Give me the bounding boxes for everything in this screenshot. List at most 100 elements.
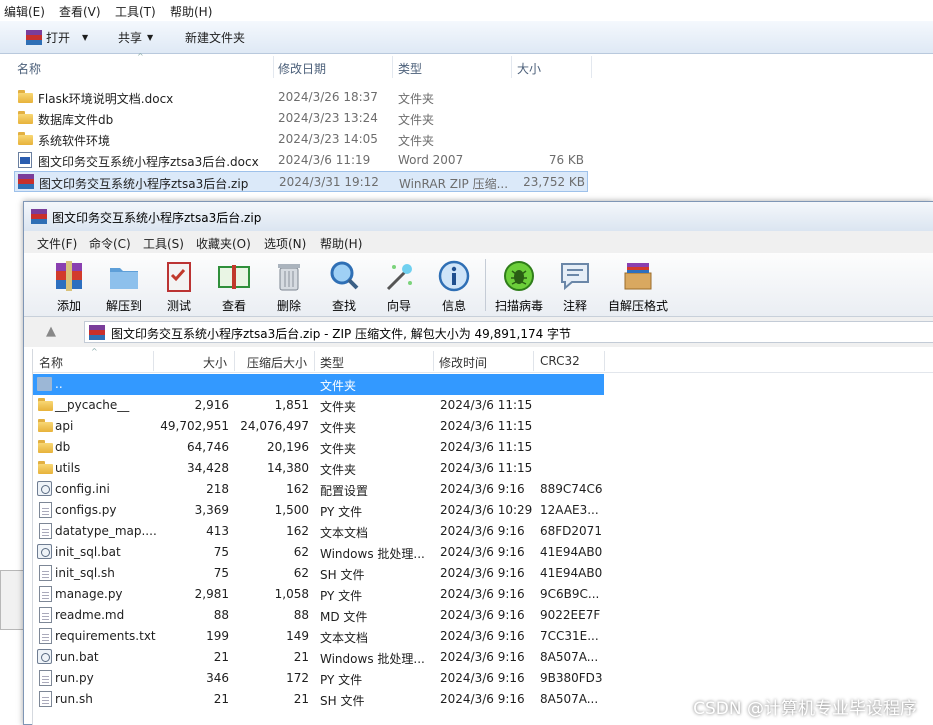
file-date: 2024/3/26 18:37 [278,90,378,104]
column-divider[interactable] [591,56,592,78]
entry-packed-size: 24,076,497 [240,419,309,433]
address-field[interactable]: 图文印务交互系统小程序ztsa3后台.zip - ZIP 压缩文件, 解包大小为… [84,321,933,343]
winrar-menubar: 文件(F) 命令(C) 工具(S) 收藏夹(O) 选项(N) 帮助(H) [24,231,933,253]
archive-path: 图文印务交互系统小程序ztsa3后台.zip - ZIP 压缩文件, 解包大小为… [111,327,572,341]
column-divider[interactable] [511,56,512,78]
entry-type: 文件夹 [320,421,357,435]
entry-name: requirements.txt [55,629,156,643]
entry-packed-size: 88 [293,608,309,622]
extract-to-button[interactable]: 解压到 [96,255,152,315]
column-divider[interactable] [153,351,154,371]
test-button[interactable]: 测试 [151,255,207,315]
explorer-toolbar: 打开 ▼ 共享 ▼ 新建文件夹 [0,21,933,54]
folder-icon [38,419,53,432]
entry-type: Windows 批处理... [320,652,425,666]
archive-row[interactable]: run.sh 21 21 SH 文件 2024/3/6 9:16 8A507A... [33,689,604,710]
column-divider[interactable] [392,56,393,78]
archive-row[interactable]: db 64,746 20,196 文件夹 2024/3/6 11:15 [33,437,604,458]
column-type[interactable]: 类型 [398,60,422,77]
parent-folder-row[interactable]: .. 文件夹 [33,374,604,395]
new-folder-button[interactable]: 新建文件夹 [185,29,245,46]
menu-file[interactable]: 文件(F) [37,235,77,252]
entry-type: 文件夹 [320,463,357,477]
test-clipboard-icon [167,262,191,292]
archive-row[interactable]: utils 34,428 14,380 文件夹 2024/3/6 11:15 [33,458,604,479]
archive-row[interactable]: manage.py 2,981 1,058 PY 文件 2024/3/6 9:16 9C6… [33,584,604,605]
archive-row[interactable]: config.ini 218 162 配置设置 2024/3/6 9:16 889C74C… [33,479,604,500]
entry-crc: 9C6B9C... [540,587,600,601]
up-arrow-icon[interactable]: ▲ [46,324,56,339]
menu-favorites[interactable]: 收藏夹(O) [196,235,251,252]
column-divider[interactable] [234,351,235,371]
info-button[interactable]: 信息 [426,255,482,315]
folder-icon [38,461,53,474]
archive-row[interactable]: init_sql.bat 75 62 Windows 批处理... 2024/3/6 9… [33,542,604,563]
column-size[interactable]: 大小 [203,354,227,371]
trash-icon [278,264,300,291]
share-button[interactable]: 共享 ▼ [118,29,153,46]
column-divider[interactable] [604,351,605,371]
menu-tools[interactable]: 工具(S) [143,235,184,252]
column-size[interactable]: 大小 [517,60,541,77]
menu-help[interactable]: 帮助(H) [170,3,212,20]
menu-help[interactable]: 帮助(H) [320,235,362,252]
entry-modified: 2024/3/6 9:16 [440,566,525,580]
archive-row[interactable]: run.bat 21 21 Windows 批处理... 2024/3/6 9:16 8A… [33,647,604,668]
menu-options[interactable]: 选项(N) [264,235,306,252]
column-modified[interactable]: 修改时间 [439,354,487,371]
entry-name: utils [55,461,81,475]
archive-row[interactable]: init_sql.sh 75 62 SH 文件 2024/3/6 9:16 41E94AB… [33,563,604,584]
archive-row[interactable]: configs.py 3,369 1,500 PY 文件 2024/3/6 10:29 1… [33,500,604,521]
entry-packed-size: 62 [293,545,309,559]
winrar-toolbar: 添加 解压到 测试 查看 删除 查找 向导 信息 扫描病毒 注释 自解压格式 [24,253,933,317]
column-divider[interactable] [273,56,274,78]
archive-row[interactable]: requirements.txt 199 149 文本文档 2024/3/6 9:16 7… [33,626,604,647]
view-button[interactable]: 查看 [206,255,262,315]
file-row-selected[interactable]: 图文印务交互系统小程序ztsa3后台.zip 2024/3/31 19:12 W… [14,171,588,192]
entry-name: init_sql.bat [55,545,121,559]
winrar-titlebar[interactable]: 图文印务交互系统小程序ztsa3后台.zip [24,202,933,231]
entry-type: 配置设置 [320,484,369,498]
archive-row[interactable]: readme.md 88 88 MD 文件 2024/3/6 9:16 9022EE7F [33,605,604,626]
wizard-button[interactable]: 向导 [371,255,427,315]
address-bar: ▲ 图文印务交互系统小程序ztsa3后台.zip - ZIP 压缩文件, 解包大… [24,317,933,347]
sfx-button[interactable]: 自解压格式 [608,255,668,315]
entry-type: SH 文件 [320,568,365,582]
entry-name: datatype_map.... [55,524,157,538]
file-row[interactable]: 图文印务交互系统小程序ztsa3后台.docx 2024/3/6 11:19 W… [14,150,588,171]
column-name[interactable]: 名称 [17,60,41,77]
comment-button[interactable]: 注释 [547,255,603,315]
file-icon [39,691,52,707]
explorer-column-headers: ^ 名称 修改日期 类型 大小 [0,52,933,80]
file-row[interactable]: Flask环境说明文档.docx 2024/3/26 18:37 文件夹 [14,87,588,108]
archive-row[interactable]: datatype_map.... 413 162 文本文档 2024/3/6 9:16 6… [33,521,604,542]
column-packed[interactable]: 压缩后大小 [247,354,307,371]
column-crc[interactable]: CRC32 [540,354,580,368]
file-icon [39,607,52,623]
tool-label: 注释 [562,299,587,313]
add-button[interactable]: 添加 [41,255,97,315]
menu-edit[interactable]: 编辑(E) [4,3,45,20]
archive-row[interactable]: __pycache__ 2,916 1,851 文件夹 2024/3/6 11:15 [33,395,604,416]
watermark: CSDN @计算机专业毕设程序 [693,699,917,719]
menu-view[interactable]: 查看(V) [59,3,101,20]
delete-button[interactable]: 删除 [261,255,317,315]
search-icon [330,261,359,290]
file-row[interactable]: 数据库文件db 2024/3/23 13:24 文件夹 [14,108,588,129]
column-divider[interactable] [533,351,534,371]
menu-tools[interactable]: 工具(T) [115,3,156,20]
column-divider[interactable] [314,351,315,371]
archive-row[interactable]: run.py 346 172 PY 文件 2024/3/6 9:16 9B380FD3 [33,668,604,689]
explorer-menubar: 编辑(E) 查看(V) 工具(T) 帮助(H) [0,0,933,21]
file-row[interactable]: 系统软件环境 2024/3/23 14:05 文件夹 [14,129,588,150]
archive-row[interactable]: api 49,702,951 24,076,497 文件夹 2024/3/6 11:15 [33,416,604,437]
scan-virus-button[interactable]: 扫描病毒 [491,255,547,315]
column-type[interactable]: 类型 [320,354,344,371]
column-date[interactable]: 修改日期 [278,60,326,77]
menu-command[interactable]: 命令(C) [89,235,131,252]
find-button[interactable]: 查找 [316,255,372,315]
entry-modified: 2024/3/6 11:15 [440,398,533,412]
column-divider[interactable] [433,351,434,371]
column-name[interactable]: 名称 [39,354,63,371]
open-button[interactable]: 打开 ▼ [26,29,88,46]
